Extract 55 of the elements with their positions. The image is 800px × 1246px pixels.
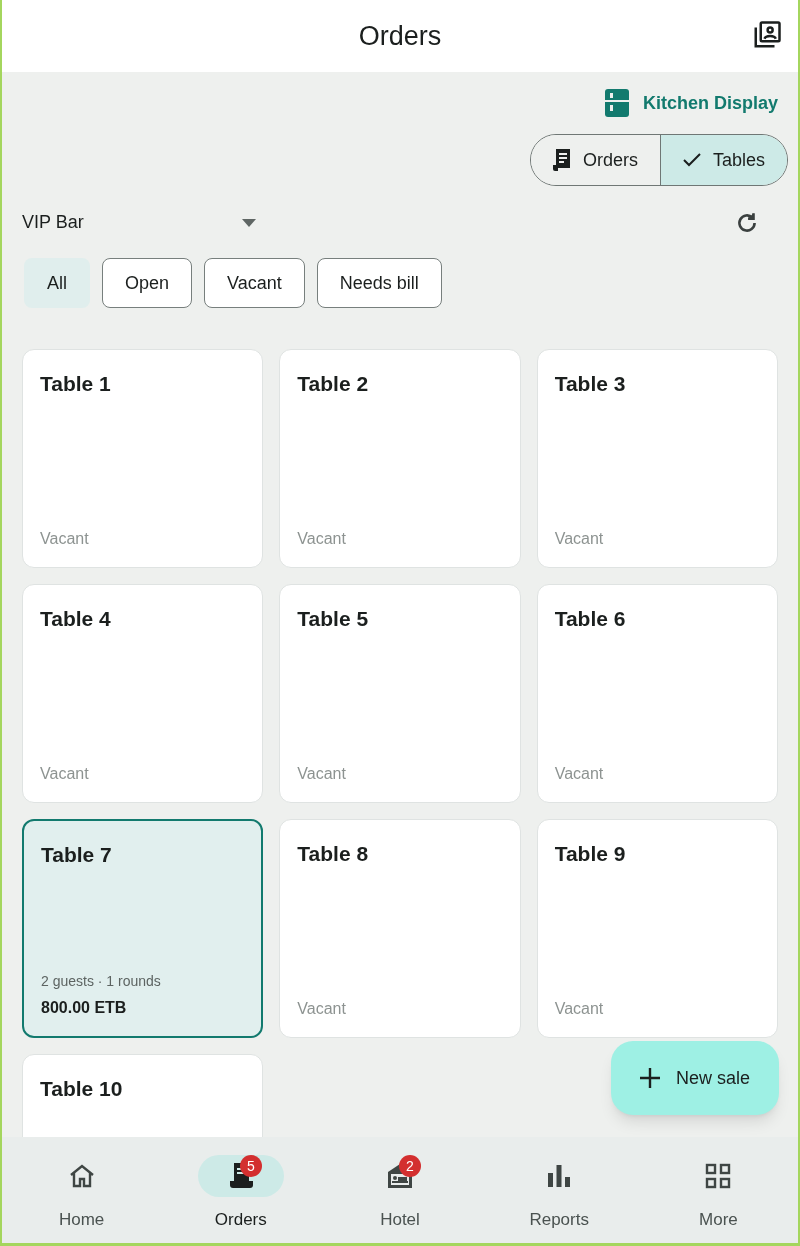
- nav-item[interactable]: 2 Hotel: [320, 1137, 480, 1243]
- filter-chip[interactable]: Vacant: [204, 258, 305, 308]
- bar-chart-icon: [547, 1165, 572, 1187]
- table-name: Table 2: [297, 371, 370, 397]
- plus-icon: [640, 1068, 660, 1088]
- count-badge: 2: [399, 1155, 421, 1177]
- check-icon: [682, 153, 701, 167]
- nav-item[interactable]: Home: [2, 1137, 162, 1243]
- table-card[interactable]: Table 1 Vacant: [22, 349, 264, 568]
- table-name: Table 5: [297, 606, 370, 632]
- nav-item[interactable]: More: [638, 1137, 798, 1243]
- grid-icon: [705, 1163, 732, 1189]
- table-status: Vacant: [40, 764, 90, 784]
- table-card[interactable]: Table 7 2 guests · 1 rounds 800.00 ETB: [22, 819, 264, 1038]
- nav-item[interactable]: Reports: [479, 1137, 639, 1243]
- table-status: Vacant: [297, 529, 347, 549]
- table-card[interactable]: Table 5 Vacant: [279, 584, 521, 803]
- kitchen-display-button[interactable]: Kitchen Display: [604, 89, 778, 117]
- table-card[interactable]: Table 2 Vacant: [279, 349, 521, 568]
- filter-chip[interactable]: Open: [102, 258, 193, 308]
- filter-chip[interactable]: All: [24, 258, 90, 308]
- table-name: Table 3: [554, 371, 627, 397]
- table-status: Vacant: [554, 529, 605, 549]
- table-card[interactable]: Table 3 Vacant: [536, 349, 778, 568]
- table-status: Vacant: [40, 529, 90, 549]
- table-name: Table 10: [40, 1076, 124, 1102]
- table-status: Vacant: [297, 999, 347, 1019]
- table-status: Vacant: [297, 764, 347, 784]
- profile-gallery-icon[interactable]: [752, 20, 782, 50]
- area-dropdown[interactable]: VIP Bar: [22, 209, 256, 236]
- table-name: Table 4: [40, 606, 112, 632]
- view-tab[interactable]: Tables: [659, 135, 787, 185]
- table-card[interactable]: Table 6 Vacant: [536, 584, 778, 803]
- home-icon: [68, 1164, 95, 1188]
- table-name: Table 7: [41, 842, 113, 868]
- table-status: Vacant: [554, 764, 605, 784]
- nav-item[interactable]: 5 Orders: [161, 1137, 321, 1243]
- table-card[interactable]: Table 9 Vacant: [536, 819, 778, 1038]
- table-card[interactable]: Table 4 Vacant: [22, 584, 264, 803]
- table-name: Table 8: [297, 841, 370, 867]
- count-badge: 5: [239, 1155, 262, 1177]
- filter-chip[interactable]: Needs bill: [316, 258, 442, 308]
- table-card[interactable]: Table 10: [22, 1054, 264, 1137]
- receipt-icon: [552, 149, 571, 171]
- app-bar-title: Orders: [358, 19, 442, 53]
- guest-summary: 2 guests · 1 rounds: [41, 972, 162, 991]
- table-card[interactable]: Table 8 Vacant: [279, 819, 521, 1038]
- fridge-icon: [604, 89, 629, 117]
- table-name: Table 9: [554, 841, 627, 867]
- table-name: Table 6: [554, 606, 627, 632]
- new-sale-button[interactable]: New sale: [611, 1041, 779, 1115]
- table-total: 800.00 ETB: [41, 998, 128, 1018]
- table-name: Table 1: [40, 371, 112, 397]
- dropdown-caret-icon: [242, 218, 256, 227]
- table-status: Vacant: [554, 999, 605, 1019]
